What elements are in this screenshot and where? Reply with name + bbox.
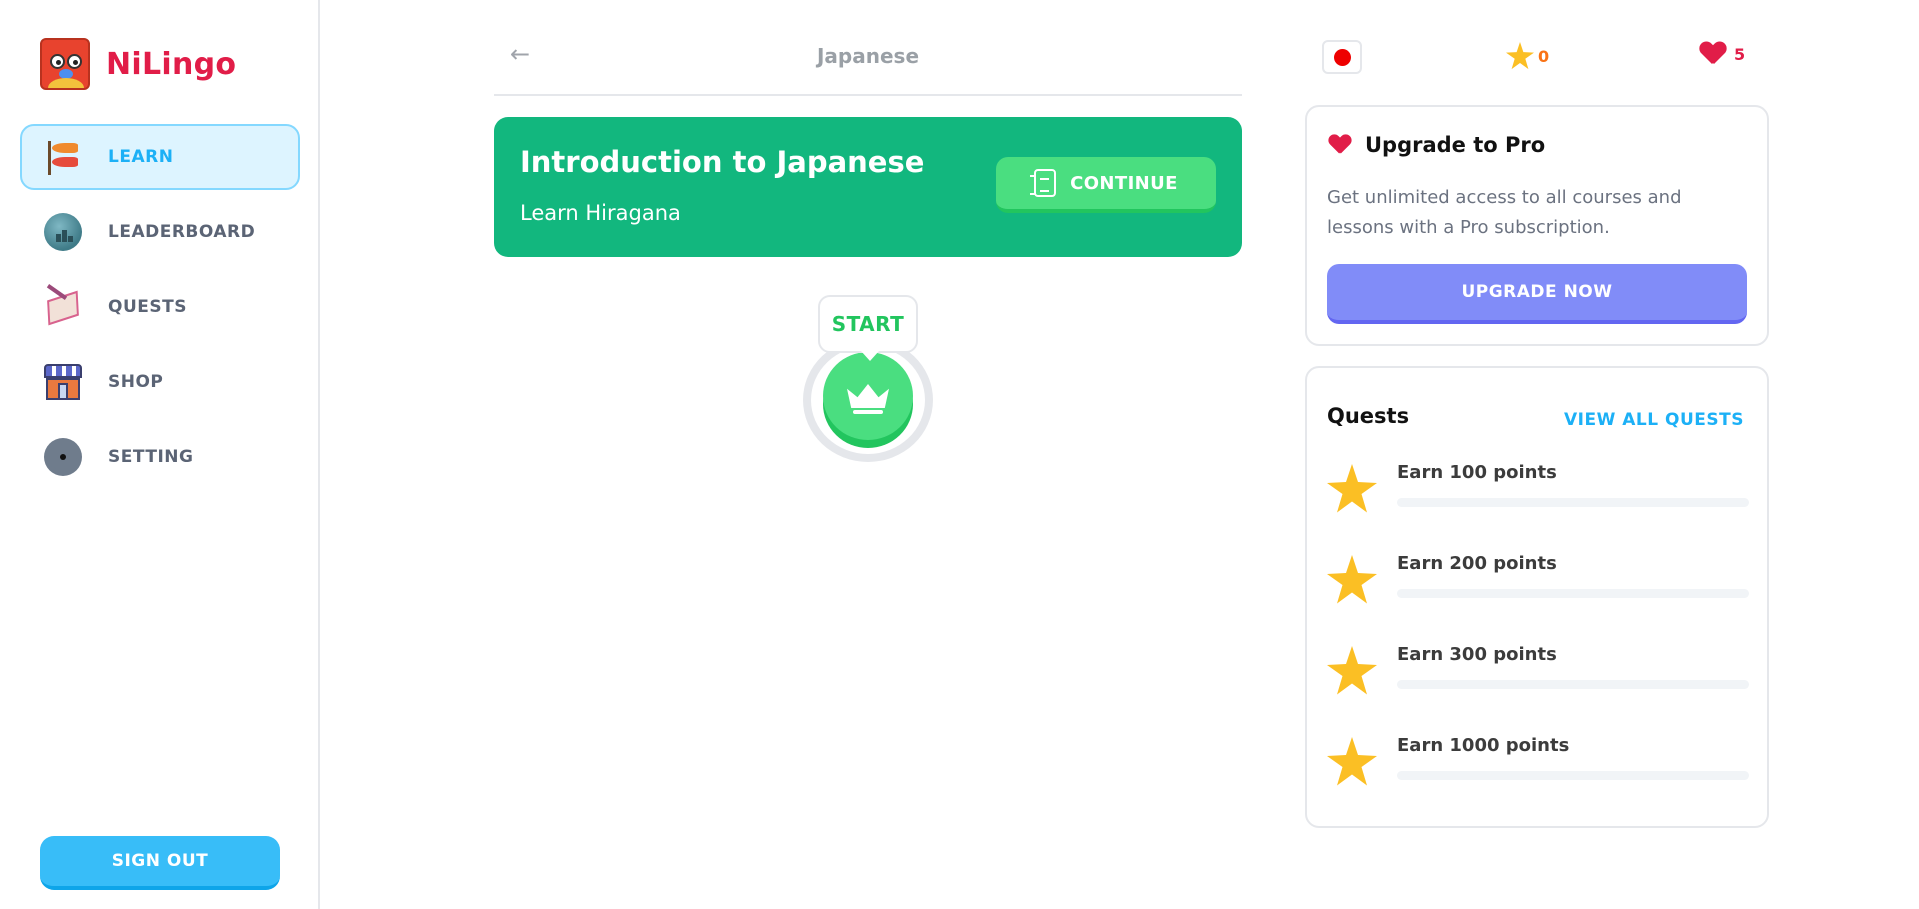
pro-card-description: Get unlimited access to all courses and … [1327,187,1682,238]
gear-icon [44,438,82,476]
course-title: Japanese [816,44,920,68]
sidebar-item-leaderboard[interactable]: LEADERBOARD [20,199,300,265]
sidebar-item-label: SETTING [108,447,194,467]
course-flag-button[interactable] [1322,40,1362,74]
sign-out-button[interactable]: SIGN OUT [40,836,280,890]
quest-label: Earn 100 points [1397,462,1557,483]
quests-card: Quests VIEW ALL QUESTS Earn 100 points E… [1305,366,1769,828]
quest-item: Earn 300 points [1327,644,1749,704]
continue-button[interactable]: CONTINUE [996,157,1216,213]
sidebar-item-label: QUESTS [108,297,187,317]
pro-card-header: Upgrade to Pro [1327,133,1545,157]
sidebar-item-setting[interactable]: SETTING [20,424,300,490]
app-name: NiLingo [106,46,237,82]
heart-icon [1329,135,1351,155]
pro-card-title: Upgrade to Pro [1365,133,1546,157]
globe-icon [44,213,82,251]
start-tooltip: START [818,295,918,361]
sidebar-item-label: SHOP [108,372,164,392]
unit-banner: Introduction to Japanese Learn Hiragana … [494,117,1242,257]
app-logo[interactable]: NiLingo [40,38,236,90]
star-icon [1327,555,1377,604]
star-icon [1327,464,1377,513]
parrot-logo-icon [40,38,90,90]
notebook-icon [1030,169,1057,197]
points-stat[interactable]: 0 [1506,42,1549,70]
quest-map-icon [44,284,82,326]
star-icon [1327,646,1377,695]
continue-label: CONTINUE [1070,172,1178,194]
heart-icon [1700,42,1726,66]
crown-icon [845,378,891,414]
sidebar-item-label: LEARN [108,147,174,167]
star-icon [1327,737,1377,786]
quest-progress-bar [1397,680,1749,689]
quest-progress-bar [1397,498,1749,507]
hearts-stat[interactable]: 5 [1700,42,1745,66]
star-icon [1506,42,1534,70]
sidebar-item-label: LEADERBOARD [108,222,256,242]
view-all-quests-link[interactable]: VIEW ALL QUESTS [1564,410,1744,430]
quest-item: Earn 1000 points [1327,735,1749,795]
sidebar-item-quests[interactable]: QUESTS [20,274,300,340]
quest-progress-bar [1397,771,1749,780]
koinobori-icon [44,138,82,176]
quest-label: Earn 300 points [1397,644,1557,665]
unit-title: Introduction to Japanese [520,145,925,179]
quest-item: Earn 100 points [1327,462,1749,522]
sidebar-item-learn[interactable]: LEARN [20,124,300,190]
sidebar: NiLingo LEARN LEADERBOARD QUESTS SHOP SE… [0,0,320,909]
unit-subtitle: Learn Hiragana [520,201,681,225]
upgrade-pro-card: Upgrade to Pro Get unlimited access to a… [1305,105,1769,346]
upgrade-now-button[interactable]: UPGRADE NOW [1327,264,1747,324]
quest-progress-bar [1397,589,1749,598]
sidebar-nav: LEARN LEADERBOARD QUESTS SHOP SETTING [20,124,300,499]
lesson-start-button[interactable] [823,352,913,440]
quests-title: Quests [1327,404,1410,428]
points-count: 0 [1538,46,1550,66]
quest-item: Earn 200 points [1327,553,1749,613]
shop-icon [44,363,82,401]
hearts-count: 5 [1734,44,1746,64]
japan-flag-icon [1334,49,1351,66]
quest-label: Earn 1000 points [1397,735,1570,756]
quest-label: Earn 200 points [1397,553,1557,574]
course-header: ← Japanese [494,32,1242,96]
sidebar-item-shop[interactable]: SHOP [20,349,300,415]
